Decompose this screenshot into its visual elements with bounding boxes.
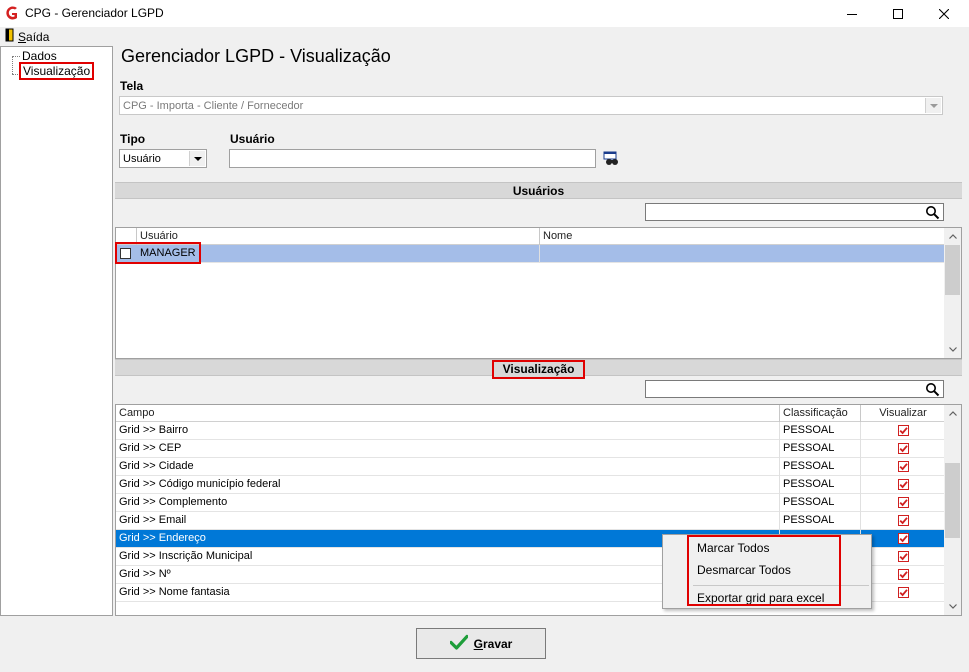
navigation-tree: Dados Visualização — [0, 46, 113, 616]
visualizar-checkbox[interactable] — [898, 479, 909, 490]
table-row[interactable]: MANAGER — [116, 245, 945, 263]
view-col-visualizar[interactable]: Visualizar — [861, 405, 945, 422]
binoculars-search-icon[interactable] — [603, 151, 620, 167]
tree-item-dados[interactable]: Dados — [22, 49, 57, 63]
tipo-select[interactable]: Usuário — [119, 149, 207, 168]
tree-item-visualizacao[interactable]: Visualização — [19, 62, 95, 80]
save-button-label: Gravar — [473, 636, 513, 651]
view-cell-visualizar — [861, 494, 945, 512]
users-search-input[interactable] — [645, 203, 944, 221]
view-cell-campo: Grid >> CEP — [116, 440, 780, 458]
chevron-up-icon[interactable] — [944, 228, 961, 245]
view-cell-campo: Grid >> Complemento — [116, 494, 780, 512]
visualizar-checkbox[interactable] — [898, 551, 909, 562]
table-row[interactable]: Grid >> Complemento PESSOAL — [116, 494, 945, 512]
view-cell-classificacao: PESSOAL — [780, 512, 861, 530]
view-grid-scrollbar[interactable] — [944, 405, 961, 615]
minimize-button[interactable] — [829, 0, 875, 27]
view-cell-visualizar — [861, 584, 945, 602]
tela-label: Tela — [120, 79, 144, 93]
view-cell-classificacao: PESSOAL — [780, 494, 861, 512]
view-cell-visualizar — [861, 458, 945, 476]
usuario-label: Usuário — [230, 132, 275, 146]
view-cell-visualizar — [861, 512, 945, 530]
save-button[interactable]: Gravar — [416, 628, 546, 659]
user-cell-nome — [540, 245, 945, 263]
view-cell-classificacao: PESSOAL — [780, 476, 861, 494]
menu-exit[interactable]: Saída — [2, 28, 52, 45]
visualizar-checkbox[interactable] — [898, 461, 909, 472]
tipo-label: Tipo — [120, 132, 146, 146]
checkmark-icon — [449, 634, 469, 653]
close-button[interactable] — [921, 0, 967, 27]
view-cell-visualizar — [861, 440, 945, 458]
tela-select-value: CPG - Importa - Cliente / Fornecedor — [123, 99, 304, 112]
table-row[interactable]: Grid >> Código município federal PESSOAL — [116, 476, 945, 494]
highlight-context-menu — [687, 535, 841, 606]
usuario-input[interactable] — [229, 149, 596, 168]
view-cell-visualizar — [861, 566, 945, 584]
window-title: CPG - Gerenciador LGPD — [25, 6, 164, 20]
users-grid-scrollbar[interactable] — [944, 228, 961, 358]
view-cell-visualizar — [861, 476, 945, 494]
scrollbar-thumb[interactable] — [945, 463, 960, 538]
user-row-checkbox[interactable] — [120, 248, 131, 259]
visualizar-checkbox[interactable] — [898, 497, 909, 508]
view-cell-classificacao: PESSOAL — [780, 440, 861, 458]
visualizar-checkbox[interactable] — [898, 425, 909, 436]
tree-connector — [12, 56, 20, 57]
users-grid: Usuário Nome MANAGER — [115, 227, 962, 359]
visualizar-checkbox[interactable] — [898, 569, 909, 580]
visualizar-checkbox[interactable] — [898, 533, 909, 544]
search-icon[interactable] — [925, 205, 940, 220]
page-title: Gerenciador LGPD - Visualização — [121, 46, 391, 66]
view-cell-campo: Grid >> Cidade — [116, 458, 780, 476]
view-grid-header: Campo Classificação Visualizar — [116, 405, 945, 422]
view-section-title: Visualização — [491, 360, 586, 379]
chevron-down-icon[interactable] — [944, 598, 961, 615]
chevron-up-icon[interactable] — [944, 405, 961, 422]
view-cell-visualizar — [861, 530, 945, 548]
search-icon[interactable] — [925, 382, 940, 397]
table-row[interactable]: Grid >> Bairro PESSOAL — [116, 422, 945, 440]
view-cell-classificacao: PESSOAL — [780, 458, 861, 476]
tela-select[interactable]: CPG - Importa - Cliente / Fornecedor — [119, 96, 943, 115]
tree-connector — [12, 56, 13, 74]
menu-bar: Saída — [0, 27, 969, 46]
visualizar-checkbox[interactable] — [898, 587, 909, 598]
tipo-select-value: Usuário — [123, 152, 161, 165]
view-cell-visualizar — [861, 422, 945, 440]
view-cell-campo: Grid >> Bairro — [116, 422, 780, 440]
visualizar-checkbox[interactable] — [898, 515, 909, 526]
table-row[interactable]: Grid >> Cidade PESSOAL — [116, 458, 945, 476]
exit-door-icon — [5, 28, 15, 45]
view-search-input[interactable] — [645, 380, 944, 398]
maximize-button[interactable] — [875, 0, 921, 27]
users-section-header: Usuários — [115, 182, 962, 199]
table-row[interactable]: Grid >> CEP PESSOAL — [116, 440, 945, 458]
scrollbar-thumb[interactable] — [945, 245, 960, 295]
title-bar: CPG - Gerenciador LGPD — [0, 0, 969, 27]
table-row[interactable]: Grid >> Email PESSOAL — [116, 512, 945, 530]
chevron-down-icon[interactable] — [944, 341, 961, 358]
view-cell-campo: Grid >> Email — [116, 512, 780, 530]
chevron-down-icon — [925, 98, 941, 113]
chevron-down-icon — [189, 151, 205, 166]
view-col-classificacao[interactable]: Classificação — [780, 405, 861, 422]
users-grid-header: Usuário Nome — [116, 228, 945, 245]
view-col-campo[interactable]: Campo — [116, 405, 780, 422]
view-section-header: Visualização — [115, 359, 962, 379]
view-cell-classificacao: PESSOAL — [780, 422, 861, 440]
view-cell-visualizar — [861, 548, 945, 566]
app-logo-icon — [4, 5, 19, 21]
visualizar-checkbox[interactable] — [898, 443, 909, 454]
menu-exit-label: Saída — [18, 29, 50, 44]
users-col-nome[interactable]: Nome — [540, 228, 945, 245]
view-cell-campo: Grid >> Código município federal — [116, 476, 780, 494]
